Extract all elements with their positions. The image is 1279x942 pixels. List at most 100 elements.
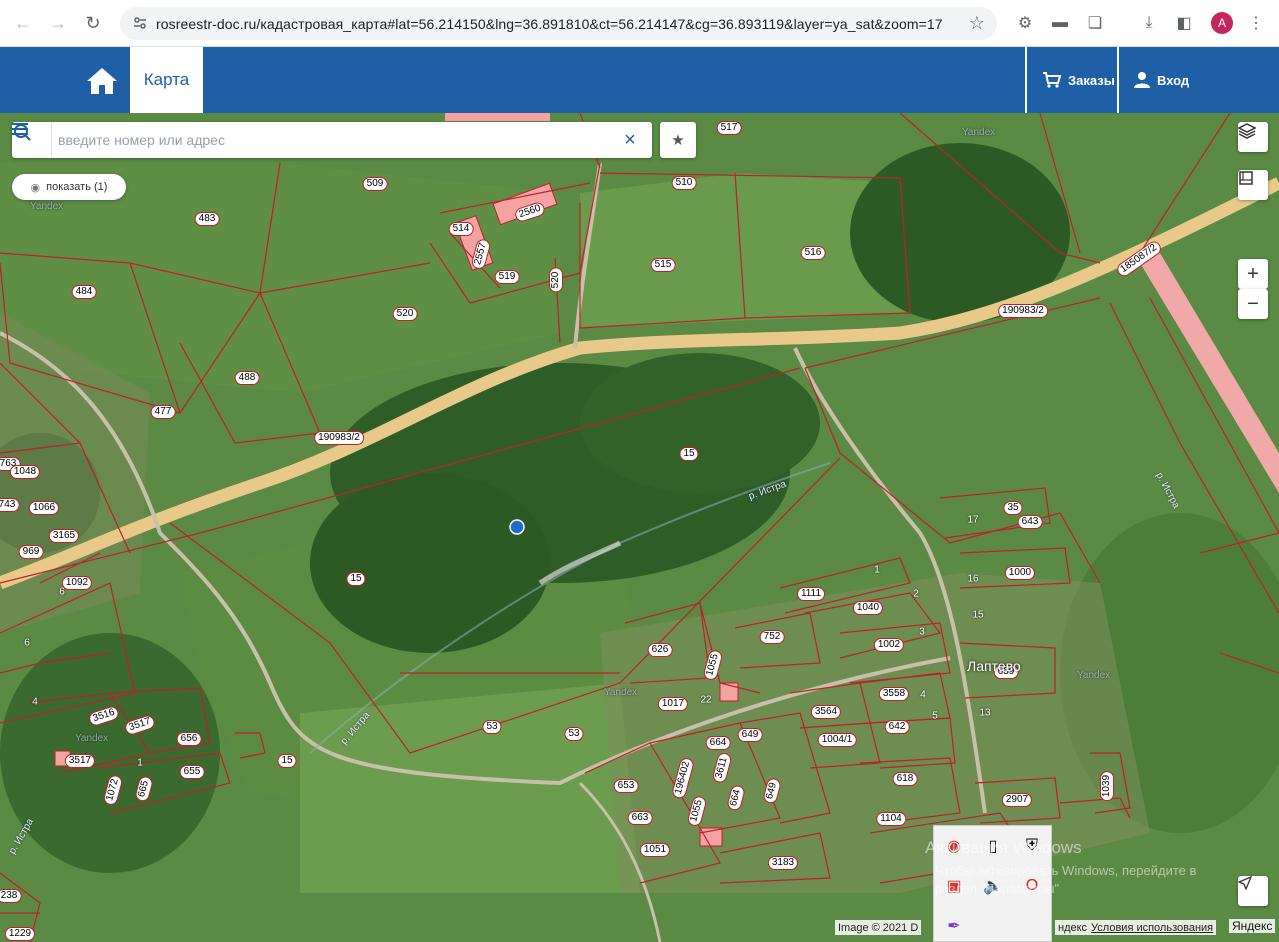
eye-icon: ◉: [30, 181, 41, 194]
plot-label[interactable]: 477: [150, 405, 176, 419]
plot-label[interactable]: 663: [627, 811, 653, 825]
location-marker[interactable]: [509, 519, 525, 535]
login-link[interactable]: Вход: [1133, 47, 1189, 113]
plot-label[interactable]: 1002: [873, 638, 905, 652]
tab-map[interactable]: Карта: [130, 47, 203, 113]
bookmark-star-icon[interactable]: ☆: [969, 13, 985, 34]
plot-label[interactable]: 520: [392, 307, 418, 321]
plot-label[interactable]: 15: [277, 754, 297, 768]
house-number: 16: [967, 573, 979, 585]
menu-kebab-icon[interactable]: ⋮: [1244, 11, 1268, 35]
house-number: 2: [913, 588, 919, 600]
forward-icon[interactable]: →: [43, 8, 73, 38]
plot-label[interactable]: 1004/1: [817, 733, 857, 747]
plot-label[interactable]: 655: [179, 765, 205, 779]
house-number: 4: [920, 689, 926, 701]
plot-label[interactable]: 643: [1017, 515, 1043, 529]
plot-label[interactable]: 743: [0, 498, 20, 512]
reload-icon[interactable]: ↻: [78, 8, 108, 38]
search-icon[interactable]: [12, 122, 32, 142]
yandex-watermark: Yandex: [30, 201, 64, 212]
windows-activation-subtext: Чтобы активировать Windows, перейдите в: [935, 863, 1197, 878]
plot-label[interactable]: 1092: [61, 576, 93, 590]
plot-label[interactable]: 1111: [796, 587, 826, 601]
show-button-label: показать (1): [46, 181, 108, 193]
plot-label[interactable]: 488: [234, 371, 260, 385]
geolocation-icon[interactable]: [1238, 876, 1268, 906]
windows-activation-subtext2: раздел "Параметры": [935, 881, 1060, 896]
download-icon[interactable]: ⤓: [1137, 11, 1161, 35]
plot-label[interactable]: 1017: [657, 697, 689, 711]
plot-label[interactable]: 238: [0, 889, 22, 903]
plot-label[interactable]: 514: [448, 222, 474, 236]
plot-label[interactable]: 519: [494, 270, 520, 284]
back-icon[interactable]: ←: [8, 8, 38, 38]
plot-label[interactable]: 517: [716, 121, 742, 135]
plot-label[interactable]: 516: [800, 246, 826, 260]
plot-label[interactable]: 642: [884, 720, 910, 734]
plot-label[interactable]: 35: [1003, 501, 1023, 515]
plot-label[interactable]: 484: [71, 285, 97, 299]
side-panel-icon[interactable]: ◧: [1172, 11, 1196, 35]
plot-label[interactable]: 1229: [4, 927, 36, 941]
house-number: 13: [979, 707, 991, 719]
plot-label[interactable]: 969: [18, 545, 44, 559]
plot-label[interactable]: 664: [705, 736, 731, 750]
plot-label[interactable]: 510: [671, 176, 697, 190]
windows-activation-watermark: Активация Windows: [925, 838, 1082, 857]
plot-label[interactable]: 190983/2: [998, 304, 1048, 318]
plot-label[interactable]: 483: [194, 212, 220, 226]
plot-label[interactable]: 1051: [639, 843, 671, 857]
plot-label[interactable]: 2907: [1001, 793, 1033, 807]
extension2-icon[interactable]: ▬: [1048, 11, 1072, 35]
cadastral-map[interactable]: 517 509 483 510 2560 514 2557 519 520 51…: [0, 113, 1279, 942]
plot-label[interactable]: 1039: [1100, 770, 1114, 802]
plot-label[interactable]: 649: [737, 728, 763, 742]
plot-label[interactable]: 1040: [852, 601, 884, 615]
search-input[interactable]: [58, 122, 578, 158]
zoom-out-button[interactable]: −: [1238, 289, 1268, 319]
plot-label[interactable]: 3517: [64, 754, 96, 768]
plot-label[interactable]: 15: [346, 572, 366, 586]
ruler-icon[interactable]: [1238, 170, 1268, 200]
home-icon[interactable]: [80, 59, 124, 103]
plot-label[interactable]: 3183: [767, 856, 799, 870]
plot-label[interactable]: 509: [362, 177, 388, 191]
plot-label[interactable]: 653: [613, 779, 639, 793]
plot-label[interactable]: 1066: [28, 501, 60, 515]
plot-label[interactable]: 3165: [48, 529, 80, 543]
plot-label[interactable]: 15: [679, 447, 699, 461]
house-number: 5: [932, 710, 938, 722]
plot-label[interactable]: 618: [892, 772, 918, 786]
address-bar[interactable]: rosreestr-doc.ru/кадастровая_карта#lat=5…: [120, 7, 997, 40]
plot-label[interactable]: 1104: [876, 812, 906, 826]
plot-label[interactable]: 53: [482, 720, 502, 734]
plot-label[interactable]: 515: [650, 258, 676, 272]
header-divider: [1117, 47, 1119, 113]
plot-label[interactable]: 3558: [878, 687, 910, 701]
yandex-logo[interactable]: Яндекс: [1229, 919, 1276, 933]
close-icon[interactable]: ×: [620, 128, 640, 152]
plot-label[interactable]: 190983/2: [314, 431, 364, 445]
plot-label[interactable]: 1048: [9, 465, 41, 479]
plot-label[interactable]: 3564: [810, 705, 842, 719]
extension-icon[interactable]: ⚙: [1013, 11, 1037, 35]
plot-label[interactable]: 656: [176, 732, 202, 746]
favorites-star-icon[interactable]: ★: [660, 122, 696, 158]
plot-label[interactable]: 520: [549, 267, 563, 293]
pen-icon[interactable]: ✒: [939, 911, 969, 941]
house-number: 1: [874, 564, 880, 576]
orders-link[interactable]: Заказы: [1042, 47, 1115, 113]
plot-label[interactable]: 626: [647, 643, 673, 657]
extensions-puzzle-icon[interactable]: ❏: [1083, 11, 1107, 35]
plot-label[interactable]: 752: [759, 630, 785, 644]
site-settings-icon[interactable]: [132, 15, 148, 31]
plot-label[interactable]: 53: [564, 727, 584, 741]
layers-icon[interactable]: [1238, 122, 1268, 152]
zoom-in-button[interactable]: +: [1238, 259, 1268, 289]
terms-link[interactable]: Условия использования: [1091, 922, 1213, 934]
profile-avatar[interactable]: A: [1211, 12, 1233, 34]
show-button[interactable]: ◉ показать (1): [12, 174, 126, 200]
plot-label[interactable]: 1000: [1004, 566, 1036, 580]
house-number: 17: [967, 514, 979, 526]
